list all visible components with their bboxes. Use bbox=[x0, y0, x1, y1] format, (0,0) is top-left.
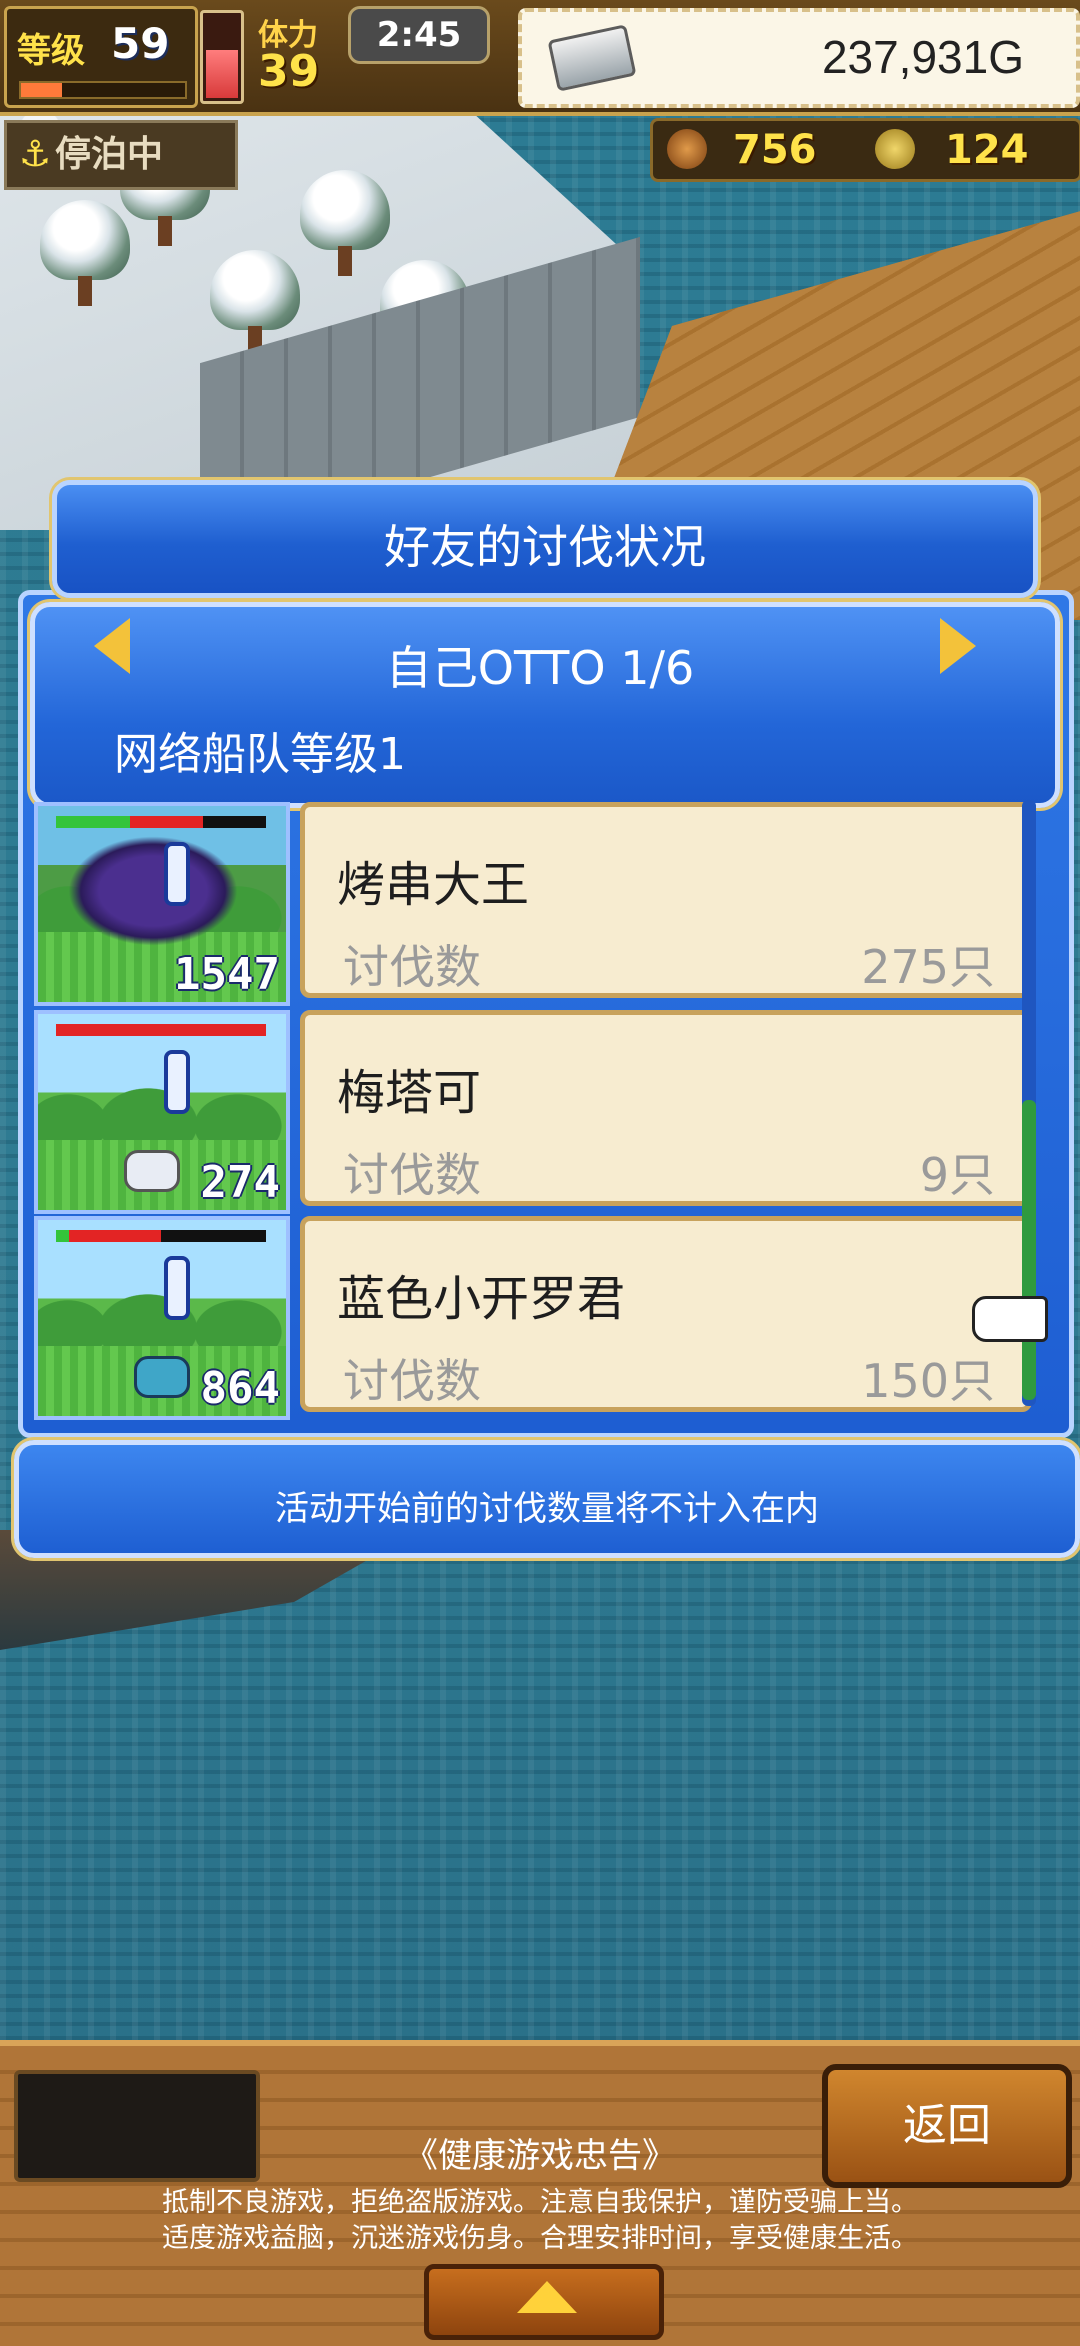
coin-count: 124 bbox=[945, 127, 1029, 173]
level-value: 59 bbox=[111, 19, 170, 68]
expand-menu-button[interactable] bbox=[424, 2264, 664, 2340]
food-icon bbox=[667, 129, 707, 169]
friend-page-label: 自己OTTO 1/6 bbox=[385, 641, 695, 695]
snowy-tree bbox=[300, 170, 390, 280]
level-box[interactable]: 等级 59 bbox=[4, 6, 198, 108]
monster-hp-bar bbox=[56, 816, 266, 828]
money-bundle-icon bbox=[547, 24, 637, 92]
rabbit-monster-icon bbox=[124, 1150, 180, 1192]
friend-card[interactable]: 蓝色小开罗君 讨伐数 150只 bbox=[300, 1216, 1032, 1412]
exclamation-icon bbox=[164, 1256, 190, 1320]
hp-bar-green bbox=[56, 1230, 69, 1242]
resource-bar: 756 124 bbox=[650, 118, 1080, 182]
stamina-gauge-fill bbox=[206, 49, 238, 98]
notice-box: 活动开始前的讨伐数量将不计入在内 bbox=[14, 1440, 1080, 1558]
friend-card[interactable]: 梅塔可 讨伐数 9只 bbox=[300, 1010, 1032, 1206]
health-advisory-title: 《健康游戏忠告》 bbox=[404, 2136, 676, 2176]
kill-count-label: 讨伐数 bbox=[343, 940, 481, 994]
monster-icon bbox=[68, 836, 238, 946]
kill-count-value: 150只 bbox=[861, 1354, 995, 1408]
docked-status-label: 停泊中 bbox=[55, 134, 164, 175]
hp-bar-fill bbox=[56, 1024, 266, 1036]
friend-card[interactable]: 烤串大王 讨伐数 275只 bbox=[300, 802, 1032, 998]
hp-bar-fill bbox=[56, 1230, 161, 1242]
monster-hp-bar bbox=[56, 1024, 266, 1036]
robot-monster-icon bbox=[134, 1356, 190, 1398]
list-item[interactable]: 864 蓝色小开罗君 讨伐数 150只 bbox=[32, 1214, 1032, 1420]
stamina-value: 39 bbox=[258, 46, 320, 97]
dialog-title-banner: 好友的讨伐状况 bbox=[52, 480, 1038, 598]
subjugation-list: 1547 烤串大王 讨伐数 275只 274 梅塔可 讨伐数 9只 864 蓝色… bbox=[32, 800, 1032, 1420]
health-advisory-line-2: 适度游戏益脑，沉迷游戏伤身。合理安排时间，享受健康生活。 bbox=[162, 2223, 918, 2254]
kill-count-value: 9只 bbox=[919, 1148, 995, 1202]
exclamation-icon bbox=[164, 842, 190, 906]
list-item[interactable]: 1547 烤串大王 讨伐数 275只 bbox=[32, 800, 1032, 1006]
health-advisory-line-1: 抵制不良游戏，拒绝盗版游戏。注意自我保护，谨防受骗上当。 bbox=[162, 2187, 918, 2218]
gold-panel[interactable]: 237,931G bbox=[518, 8, 1080, 108]
monster-count: 864 bbox=[200, 1363, 280, 1414]
stamina-gauge bbox=[200, 10, 244, 104]
game-clock: 2:45 bbox=[348, 6, 490, 64]
top-hud: 等级 59 体力 39 2:45 237,931G bbox=[0, 0, 1080, 116]
gold-amount: 237,931G bbox=[821, 31, 1024, 83]
kill-count-label: 讨伐数 bbox=[343, 1354, 481, 1408]
monster-thumbnail: 1547 bbox=[34, 802, 290, 1006]
pointing-hand-icon bbox=[972, 1296, 1048, 1342]
friend-name: 梅塔可 bbox=[337, 1065, 482, 1121]
scrollbar-thumb[interactable] bbox=[1022, 1100, 1036, 1400]
monster-thumbnail: 274 bbox=[34, 1010, 290, 1214]
friend-name: 蓝色小开罗君 bbox=[337, 1271, 626, 1327]
kill-count-label: 讨伐数 bbox=[343, 1148, 481, 1202]
friend-name: 烤串大王 bbox=[337, 857, 530, 913]
hp-bar-green bbox=[56, 816, 130, 828]
monster-count: 1547 bbox=[174, 949, 280, 1000]
experience-bar-fill bbox=[21, 83, 62, 97]
fleet-level-label: 网络船队等级1 bbox=[114, 729, 406, 780]
coin-icon bbox=[875, 129, 915, 169]
level-label: 等级 bbox=[17, 31, 85, 71]
snowy-tree bbox=[40, 200, 130, 310]
list-item[interactable]: 274 梅塔可 讨伐数 9只 bbox=[32, 1008, 1032, 1214]
up-arrow-icon bbox=[517, 2281, 577, 2313]
monster-count: 274 bbox=[200, 1157, 280, 1208]
kill-count-value: 275只 bbox=[861, 940, 995, 994]
notice-text: 活动开始前的讨伐数量将不计入在内 bbox=[275, 1489, 819, 1529]
dialog-title: 好友的讨伐状况 bbox=[384, 520, 706, 574]
food-count: 756 bbox=[733, 127, 817, 173]
monster-thumbnail: 864 bbox=[34, 1216, 290, 1420]
experience-bar bbox=[19, 81, 187, 99]
exclamation-icon bbox=[164, 1050, 190, 1114]
docked-status-tag[interactable]: ⚓ 停泊中 bbox=[4, 120, 238, 190]
monster-hp-bar bbox=[56, 1230, 266, 1242]
anchor-icon: ⚓ bbox=[18, 134, 52, 175]
